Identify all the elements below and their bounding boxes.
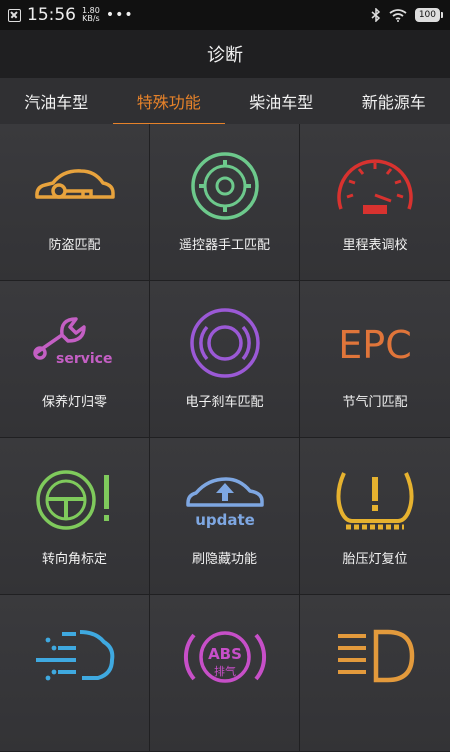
bluetooth-icon (371, 8, 381, 22)
wifi-icon (389, 9, 407, 22)
abs-icon-text: ABS (208, 645, 242, 663)
steering-warning-icon (32, 464, 118, 536)
function-service-light-reset[interactable]: service 保养灯归零 (0, 281, 150, 438)
function-grid: 防盗匹配 遥控器手工匹配 里程表调校 (0, 124, 450, 752)
speedometer-icon (332, 150, 418, 222)
function-remote-manual-matching[interactable]: 遥控器手工匹配 (150, 124, 300, 281)
function-label: 防盗匹配 (48, 234, 100, 253)
service-icon-text: service (56, 351, 112, 367)
tab-new-energy[interactable]: 新能源车 (338, 78, 450, 124)
tire-pressure-icon (332, 464, 418, 536)
function-hidden-features[interactable]: update 刷隐藏功能 (150, 438, 300, 595)
network-speed: 1.80 KB/s (82, 7, 100, 23)
tab-special-functions[interactable]: 特殊功能 (113, 78, 226, 124)
service-wrench-icon: service (32, 307, 118, 379)
app-header: 诊断 (0, 30, 450, 78)
status-time: 15:56 (27, 5, 76, 25)
function-label: 保养灯归零 (42, 391, 107, 410)
headlight-icon (332, 621, 418, 693)
tab-diesel[interactable]: 柴油车型 (225, 78, 338, 124)
update-icon-text: update (195, 511, 255, 529)
function-label: 里程表调校 (342, 234, 407, 253)
more-notifications-icon: ••• (106, 7, 134, 23)
network-speed-unit: KB/s (82, 15, 100, 23)
function-injector[interactable] (0, 595, 150, 752)
tab-gasoline[interactable]: 汽油车型 (0, 78, 113, 124)
function-label: 节气门匹配 (342, 391, 407, 410)
status-bar: 15:56 1.80 KB/s ••• 100 (0, 0, 450, 30)
function-headlight[interactable] (300, 595, 450, 752)
function-label: 刷隐藏功能 (192, 548, 257, 567)
car-update-icon: update (182, 464, 268, 536)
abs-exhaust-text: 排气 (214, 664, 236, 678)
epc-icon: EPC (332, 307, 418, 379)
remote-wheel-icon (182, 150, 268, 222)
function-label: 胎压灯复位 (342, 548, 407, 567)
function-label: 转向角标定 (42, 548, 107, 567)
function-abs-exhaust[interactable]: ABS 排气 (150, 595, 300, 752)
function-electronic-brake-matching[interactable]: 电子刹车匹配 (150, 281, 300, 438)
function-steering-angle-calibration[interactable]: 转向角标定 (0, 438, 150, 595)
battery-indicator: 100 (415, 8, 440, 22)
car-key-icon (32, 150, 118, 222)
injector-icon (32, 621, 118, 693)
function-odometer-calibration[interactable]: 里程表调校 (300, 124, 450, 281)
close-notification-icon (8, 9, 21, 22)
function-tire-pressure-reset[interactable]: 胎压灯复位 (300, 438, 450, 595)
category-tabs: 汽油车型 特殊功能 柴油车型 新能源车 (0, 78, 450, 125)
parking-brake-icon (182, 307, 268, 379)
function-throttle-matching[interactable]: EPC 节气门匹配 (300, 281, 450, 438)
function-label: 遥控器手工匹配 (179, 234, 270, 253)
page-title: 诊断 (207, 41, 243, 67)
function-immobilizer-matching[interactable]: 防盗匹配 (0, 124, 150, 281)
abs-icon: ABS 排气 (182, 621, 268, 693)
function-label: 电子刹车匹配 (185, 391, 263, 410)
epc-icon-text: EPC (338, 323, 411, 367)
